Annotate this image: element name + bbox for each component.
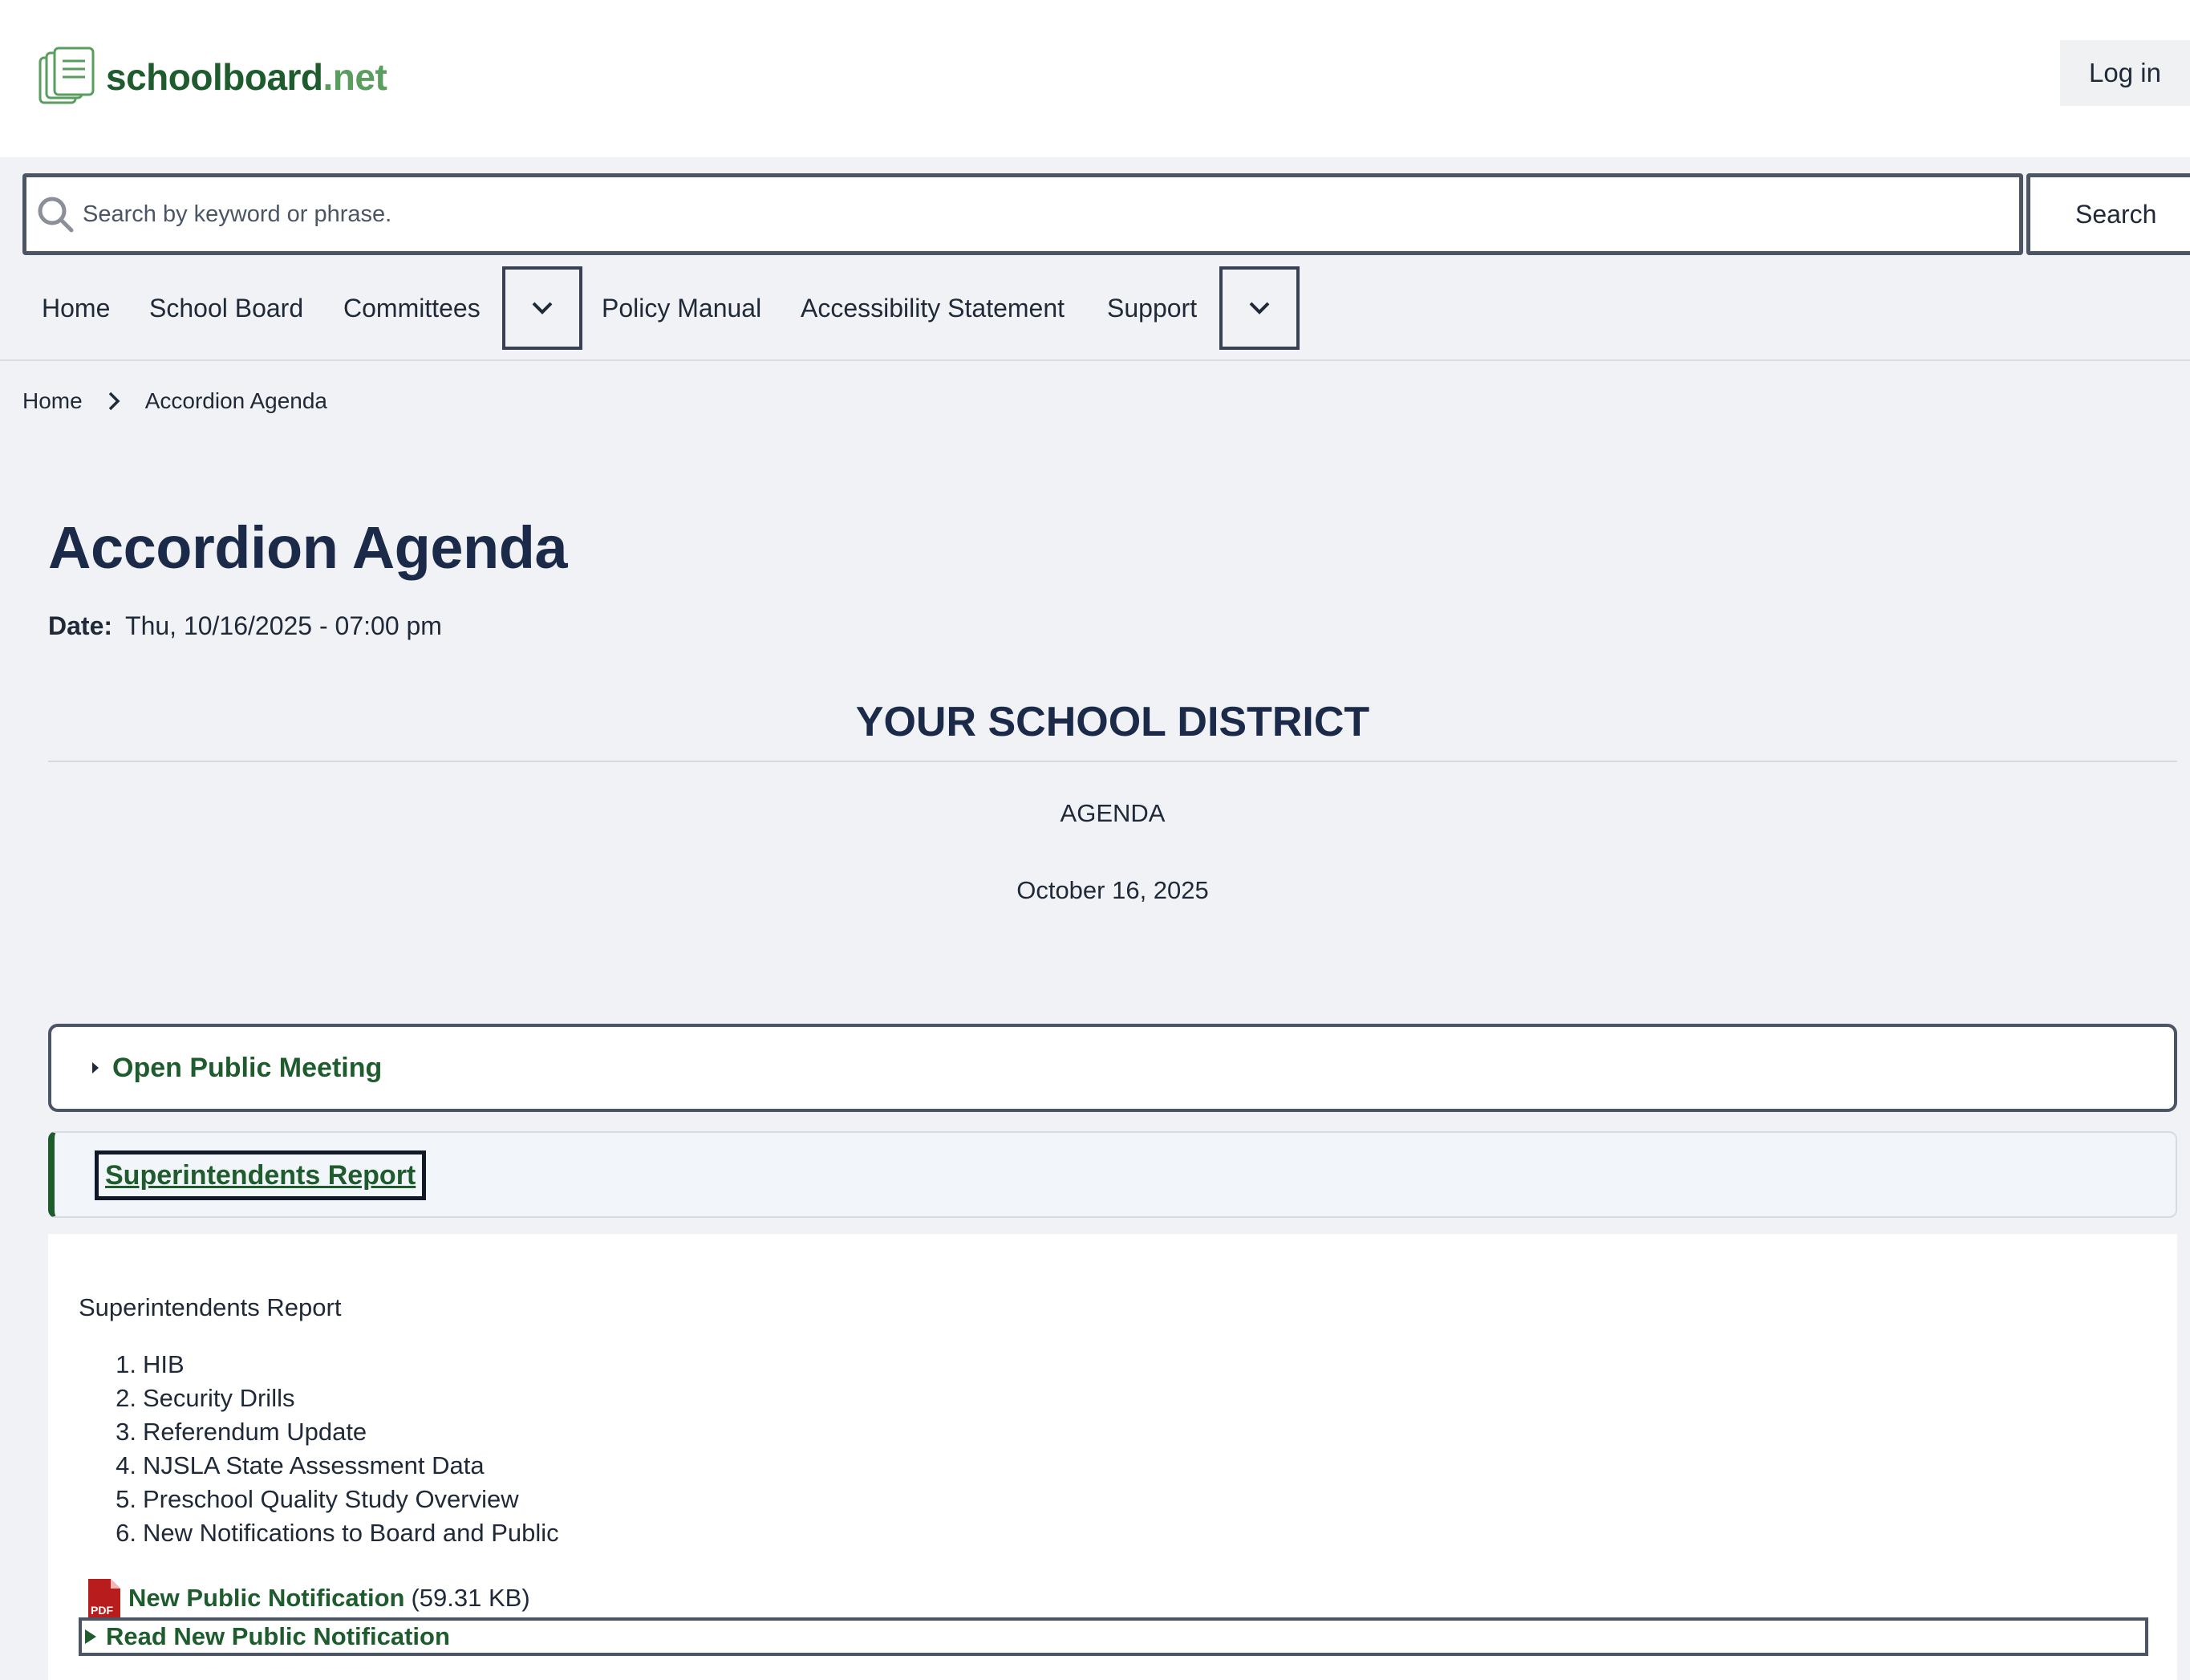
meeting-date: Date: Thu, 10/16/2025 - 07:00 pm	[48, 611, 442, 641]
list-item: 5. Preschool Quality Study Overview	[116, 1485, 519, 1513]
list-item: 3. Referendum Update	[116, 1418, 367, 1446]
attachment-size: (59.31 KB)	[411, 1584, 530, 1612]
agenda-label: AGENDA	[1060, 799, 1166, 827]
search-icon	[38, 197, 74, 233]
pdf-file-icon: PDF	[88, 1579, 120, 1617]
accordion-panel: Superintendents Report 1. HIB 2. Security …	[48, 1234, 2177, 1680]
chevron-right-icon	[108, 392, 120, 411]
svg-text:PDF: PDF	[91, 1604, 113, 1617]
site-logo-link[interactable]: schoolboard.net	[39, 47, 387, 108]
panel-heading: Superintendents Report	[79, 1293, 342, 1321]
date-value: Thu, 10/16/2025 - 07:00 pm	[125, 611, 442, 640]
divider	[48, 761, 2177, 762]
breadcrumb-home[interactable]: Home	[22, 388, 83, 414]
accordion-item-superintendents-report[interactable]: Superintendents Report	[48, 1131, 2177, 1218]
read-notification-label: Read New Public Notification	[106, 1622, 450, 1650]
caret-right-icon	[92, 1062, 99, 1073]
list-item: 2. Security Drills	[116, 1384, 295, 1412]
site-logo-text: schoolboard.net	[106, 56, 387, 98]
caret-right-icon	[85, 1629, 96, 1644]
accordion-title-focused[interactable]: Superintendents Report	[95, 1150, 427, 1200]
chevron-down-icon	[1249, 302, 1270, 314]
nav-item-committees[interactable]: Committees	[343, 294, 481, 323]
list-item: 4. NJSLA State Assessment Data	[116, 1451, 485, 1479]
report-list: 1. HIB 2. Security Drills 3. Referendum Upd…	[79, 1348, 559, 1550]
district-heading: YOUR SCHOOL DISTRICT	[855, 699, 1370, 745]
search-box	[22, 173, 2023, 255]
attachment-link[interactable]: New Public Notification	[128, 1584, 404, 1613]
breadcrumb-current: Accordion Agenda	[144, 388, 327, 413]
committees-dropdown-toggle[interactable]	[502, 266, 582, 350]
nav-item-home[interactable]: Home	[42, 294, 110, 323]
document-stack-icon	[39, 47, 95, 104]
nav-item-school-board[interactable]: School Board	[149, 294, 303, 323]
read-notification-toggle[interactable]: Read New Public Notification	[79, 1617, 2148, 1656]
breadcrumb: Home Accordion Agenda	[22, 388, 327, 414]
search-input[interactable]	[83, 185, 2008, 243]
support-dropdown-toggle[interactable]	[1219, 266, 1300, 350]
list-item: 6. New Notifications to Board and Public	[116, 1519, 559, 1547]
nav-item-accessibility-statement[interactable]: Accessibility Statement	[801, 294, 1065, 323]
nav-item-support[interactable]: Support	[1107, 294, 1197, 323]
date-label: Date:	[48, 611, 113, 640]
chevron-down-icon	[532, 302, 553, 314]
nav-item-policy-manual[interactable]: Policy Manual	[602, 294, 761, 323]
attachment-row: PDF New Public Notification (59.31 KB)	[87, 1577, 530, 1619]
list-item: 1. HIB	[116, 1350, 185, 1378]
site-header: schoolboard.net Log in	[0, 0, 2190, 157]
page-title: Accordion Agenda	[48, 514, 568, 581]
accordion-item-open-public-meeting[interactable]: Open Public Meeting	[48, 1024, 2177, 1112]
main-nav: Home School Board Committees Policy Manu…	[0, 265, 2190, 361]
agenda-date: October 16, 2025	[1016, 876, 1209, 904]
search-button[interactable]: Search	[2026, 173, 2190, 255]
login-button[interactable]: Log in	[2060, 40, 2190, 106]
accordion-title: Open Public Meeting	[112, 1052, 383, 1083]
